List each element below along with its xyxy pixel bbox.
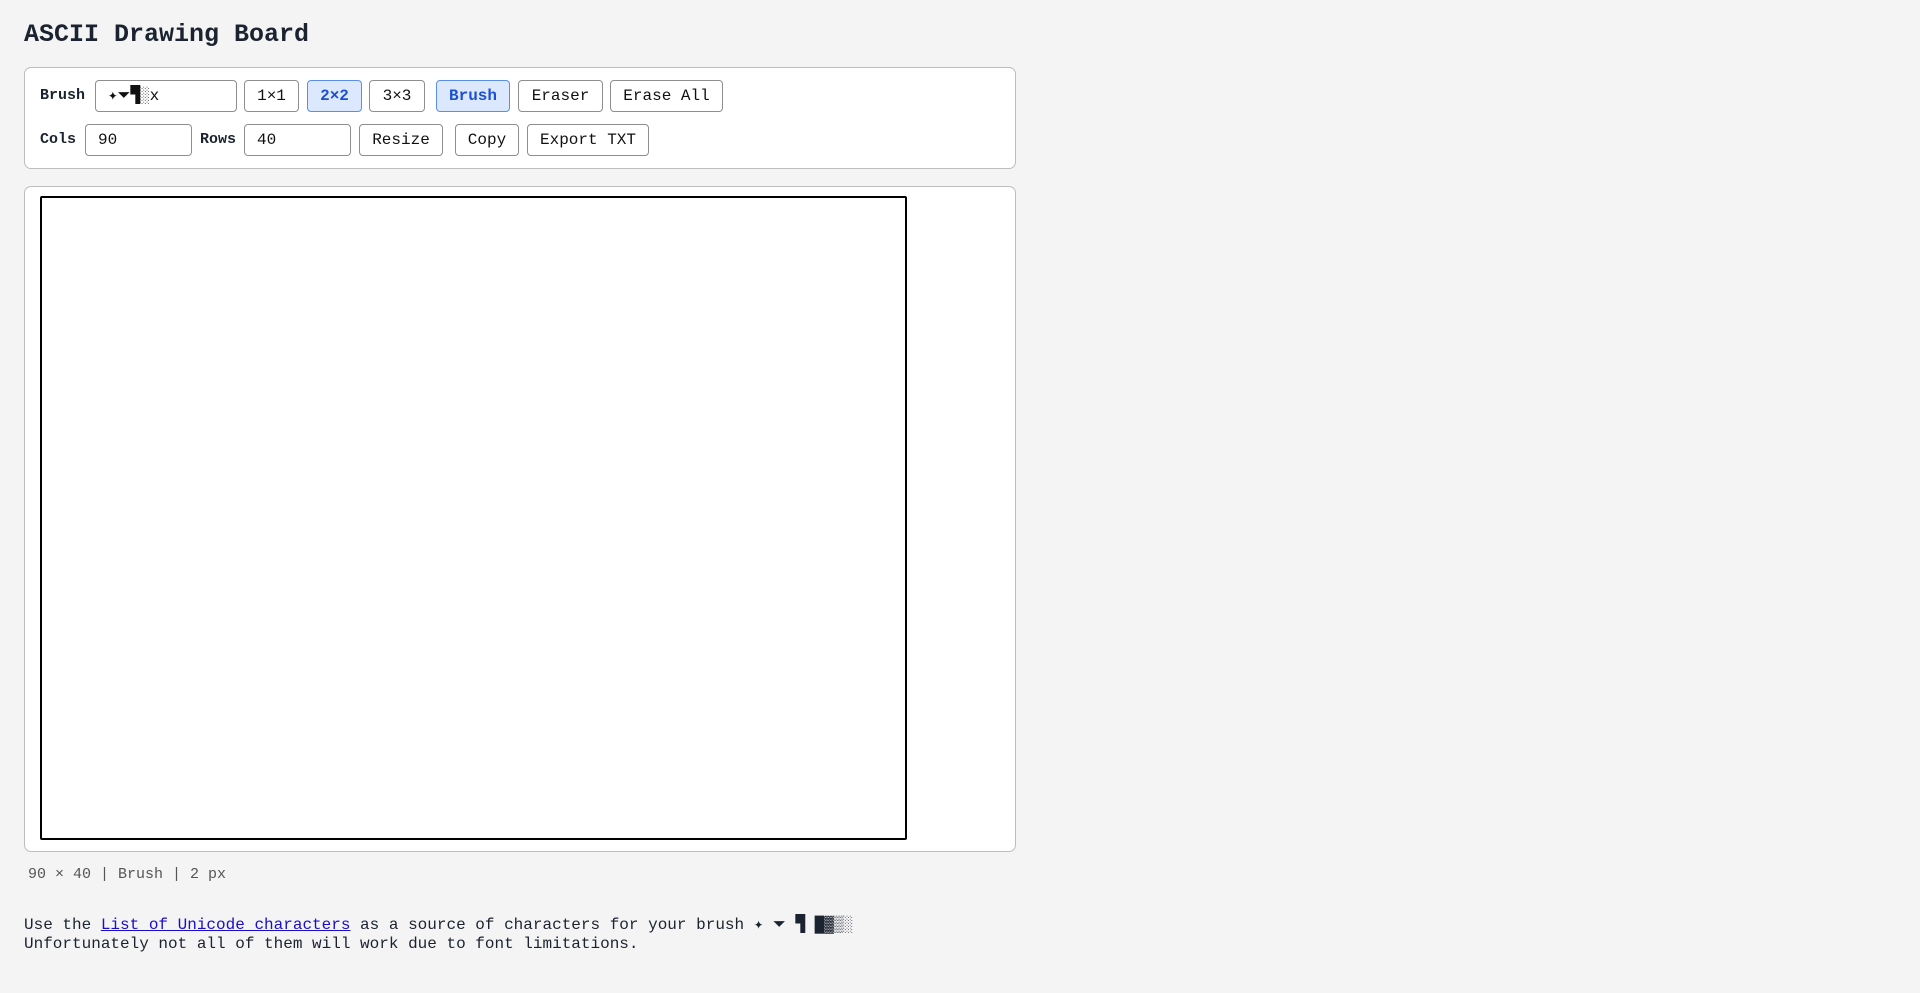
size-3x3-button[interactable]: 3×3 xyxy=(369,80,425,112)
rows-input[interactable]: 40 xyxy=(244,124,351,156)
status-bar: 90 × 40 | Brush | 2 px xyxy=(28,866,227,883)
unicode-list-link[interactable]: List of Unicode characters xyxy=(101,916,351,934)
toolbar-panel: Brush ✦⏷▜░x 1×1 2×2 3×3 Brush Eraser Era… xyxy=(24,67,1016,169)
rows-label: Rows xyxy=(200,131,237,148)
help-suffix: as a source of characters for your brush… xyxy=(350,916,853,934)
size-1x1-button[interactable]: 1×1 xyxy=(244,80,299,112)
brush-label: Brush xyxy=(40,87,86,104)
cols-input[interactable]: 90 xyxy=(85,124,192,156)
drawing-canvas[interactable] xyxy=(40,196,907,840)
erase-all-button[interactable]: Erase All xyxy=(610,80,723,112)
page-title: ASCII Drawing Board xyxy=(24,20,310,49)
copy-button[interactable]: Copy xyxy=(455,124,519,156)
size-2x2-button[interactable]: 2×2 xyxy=(307,80,362,112)
eraser-tool-button[interactable]: Eraser xyxy=(518,80,603,112)
help-prefix: Use the xyxy=(24,916,101,934)
brush-input[interactable]: ✦⏷▜░x xyxy=(95,80,237,112)
export-txt-button[interactable]: Export TXT xyxy=(527,124,649,156)
brush-tool-button[interactable]: Brush xyxy=(436,80,510,112)
help-text: Use the List of Unicode characters as a … xyxy=(24,916,853,954)
help-note: Unfortunately not all of them will work … xyxy=(24,935,639,953)
canvas-panel xyxy=(24,186,1016,852)
cols-label: Cols xyxy=(40,131,77,148)
resize-button[interactable]: Resize xyxy=(359,124,443,156)
